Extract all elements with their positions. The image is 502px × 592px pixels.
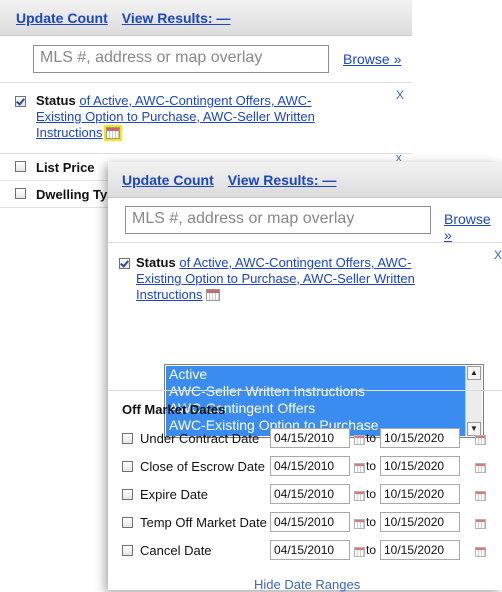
status-value-link[interactable]: of Active, AWC-Contingent Offers, AWC-	[179, 255, 411, 270]
back-search-row: MLS #, address or map overlay Browse »	[0, 36, 412, 83]
date-row-label: Expire Date	[140, 487, 208, 502]
from-date-input[interactable]: 04/15/2010	[270, 484, 350, 504]
status-value-link[interactable]: Existing Option to Purchase, AWC-Seller …	[136, 271, 415, 286]
calendar-icon[interactable]	[354, 463, 365, 473]
date-row-close-of-escrow: Close of Escrow Date 04/15/2010 to 10/15…	[108, 454, 502, 482]
date-row-label: Under Contract Date	[140, 431, 260, 446]
back-toolbar: Update Count View Results: —	[0, 0, 412, 36]
front-search-panel: Update Count View Results: — MLS #, addr…	[108, 162, 502, 592]
from-date-input[interactable]: 04/15/2010	[270, 428, 350, 448]
calendar-icon[interactable]	[354, 491, 365, 501]
status-value-link[interactable]: of Active, AWC-Contingent Offers, AWC-	[79, 93, 311, 108]
date-row-checkbox[interactable]	[122, 517, 133, 528]
calendar-icon[interactable]	[104, 125, 123, 141]
dwelling-type-checkbox[interactable]	[15, 188, 26, 199]
status-option[interactable]: AWC-Seller Written Instructions	[166, 383, 465, 400]
status-checkbox[interactable]	[15, 96, 26, 107]
to-date-input[interactable]: 10/15/2020	[380, 484, 460, 504]
date-row-expire: Expire Date 04/15/2010 to 10/15/2020	[108, 482, 502, 510]
to-date-input[interactable]: 10/15/2020	[380, 540, 460, 560]
status-label: Status	[136, 255, 176, 270]
calendar-icon[interactable]	[475, 491, 486, 501]
to-label: to	[366, 515, 377, 529]
dwelling-type-label: Dwelling Ty	[36, 187, 108, 202]
date-row-label: Temp Off Market Date	[140, 515, 267, 530]
back-status-row: Status of Active, AWC-Contingent Offers,…	[0, 83, 412, 154]
status-label: Status	[36, 93, 76, 108]
to-date-input[interactable]: 10/15/2020	[380, 428, 460, 448]
date-row-label: Close of Escrow Date	[140, 459, 265, 474]
date-row-temp-off-market: Temp Off Market Date 04/15/2010 to 10/15…	[108, 510, 502, 538]
view-results-link[interactable]: View Results: —	[122, 10, 231, 26]
date-row-under-contract: Under Contract Date 04/15/2010 to 10/15/…	[108, 426, 502, 454]
status-text: Status of Active, AWC-Contingent Offers,…	[36, 93, 366, 141]
calendar-icon[interactable]	[206, 289, 221, 301]
from-date-input[interactable]: 04/15/2010	[270, 512, 350, 532]
date-row-label: Cancel Date	[140, 543, 212, 558]
front-search-row: MLS #, address or map overlay Browse »	[108, 198, 502, 243]
status-value-link[interactable]: Existing Option to Purchase, AWC-Seller …	[36, 109, 315, 124]
calendar-icon[interactable]	[475, 435, 486, 445]
search-input[interactable]: MLS #, address or map overlay	[33, 45, 329, 73]
to-label: to	[366, 543, 377, 557]
to-label: to	[366, 487, 377, 501]
calendar-icon[interactable]	[475, 463, 486, 473]
front-toolbar: Update Count View Results: —	[108, 162, 502, 198]
from-date-input[interactable]: 04/15/2010	[270, 456, 350, 476]
search-input[interactable]: MLS #, address or map overlay	[125, 206, 431, 234]
list-price-label: List Price	[36, 160, 95, 175]
browse-link[interactable]: Browse »	[343, 51, 401, 67]
to-date-input[interactable]: 10/15/2020	[380, 512, 460, 532]
date-row-checkbox[interactable]	[122, 433, 133, 444]
to-label: to	[366, 459, 377, 473]
calendar-icon[interactable]	[354, 547, 365, 557]
date-row-checkbox[interactable]	[122, 461, 133, 472]
divider	[108, 390, 502, 391]
from-date-input[interactable]: 04/15/2010	[270, 540, 350, 560]
browse-link[interactable]: Browse »	[444, 211, 502, 243]
to-label: to	[366, 431, 377, 445]
status-checkbox[interactable]	[119, 258, 130, 269]
status-value-link[interactable]: Instructions	[36, 125, 102, 140]
update-count-link[interactable]: Update Count	[122, 172, 214, 188]
status-option[interactable]: Active	[166, 366, 465, 383]
calendar-icon[interactable]	[475, 547, 486, 557]
date-row-cancel: Cancel Date 04/15/2010 to 10/15/2020	[108, 538, 502, 566]
close-icon[interactable]: X	[494, 248, 502, 262]
calendar-icon[interactable]	[354, 435, 365, 445]
date-row-checkbox[interactable]	[122, 545, 133, 556]
list-price-checkbox[interactable]	[15, 161, 26, 172]
calendar-icon[interactable]	[475, 519, 486, 529]
status-value-link[interactable]: Instructions	[136, 287, 202, 302]
status-text: Status of Active, AWC-Contingent Offers,…	[136, 255, 476, 303]
calendar-icon[interactable]	[354, 519, 365, 529]
to-date-input[interactable]: 10/15/2020	[380, 456, 460, 476]
close-icon[interactable]: X	[396, 88, 404, 102]
off-market-dates-title: Off Market Dates	[122, 402, 226, 417]
update-count-link[interactable]: Update Count	[16, 10, 108, 26]
scroll-up-icon[interactable]: ▲	[467, 366, 481, 380]
view-results-link[interactable]: View Results: —	[228, 172, 337, 188]
front-status-row: Status of Active, AWC-Contingent Offers,…	[108, 243, 502, 347]
date-row-checkbox[interactable]	[122, 489, 133, 500]
